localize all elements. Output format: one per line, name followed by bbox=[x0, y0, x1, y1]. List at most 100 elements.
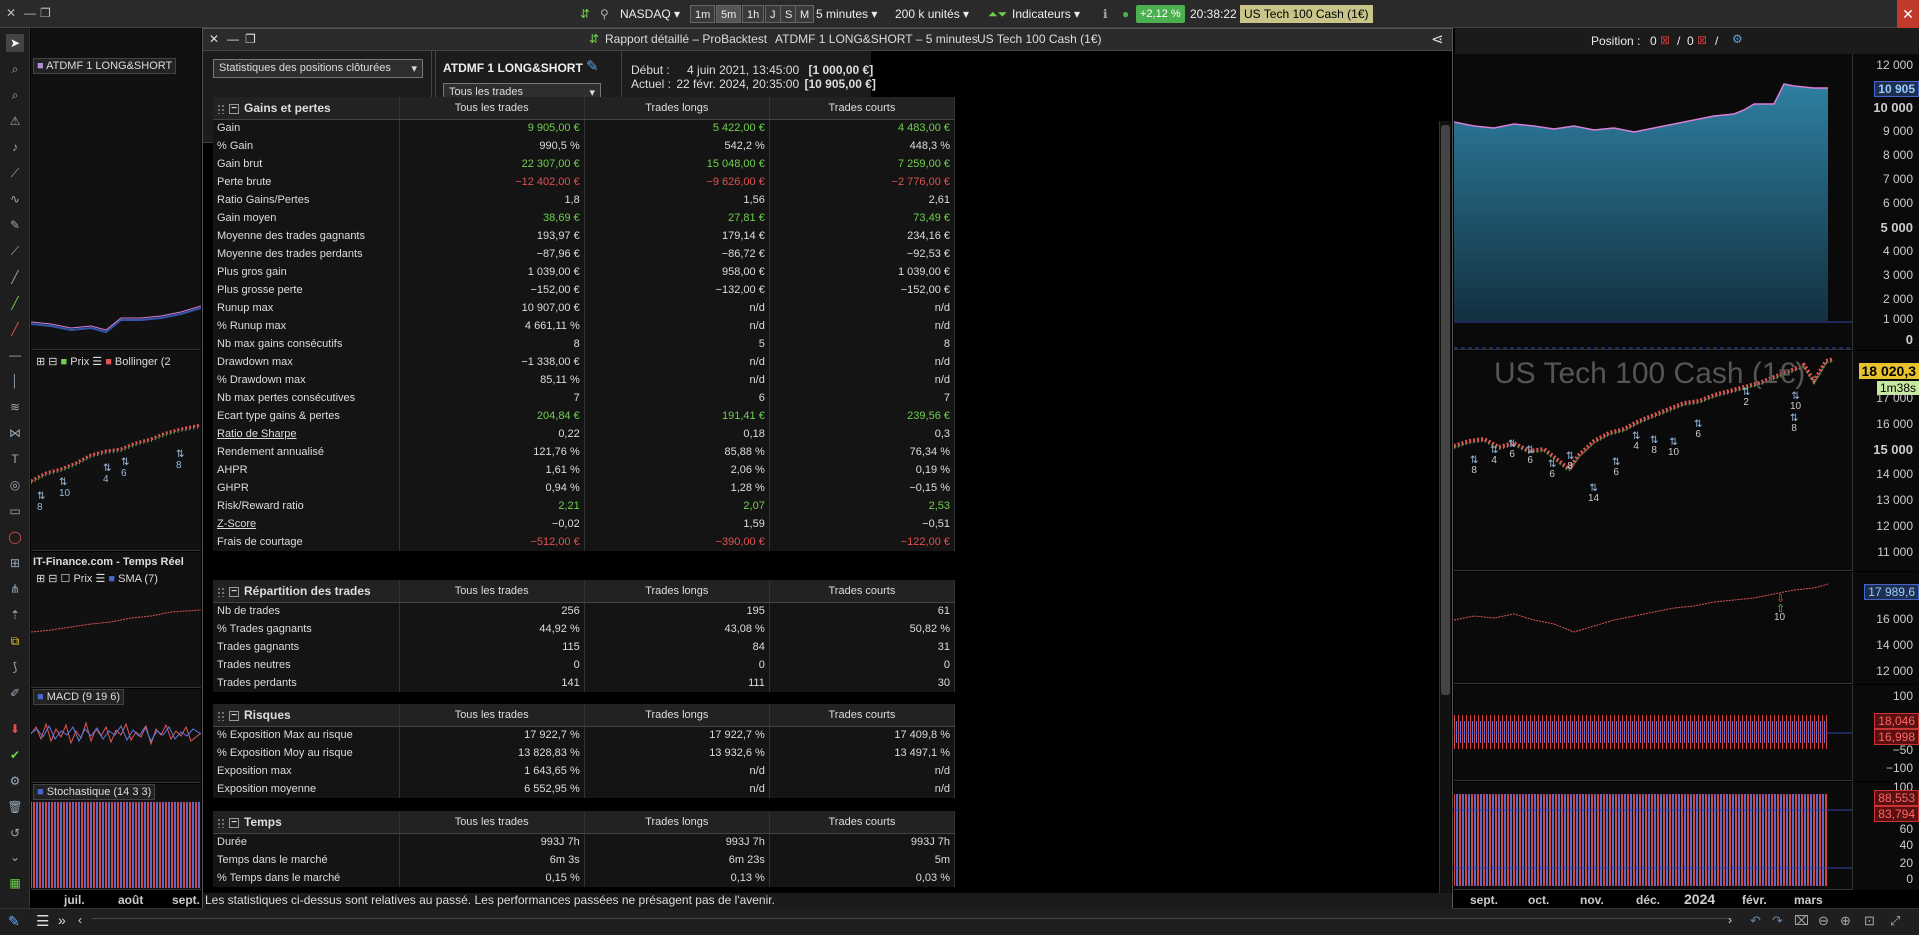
tf-1h-button[interactable]: 1h bbox=[742, 5, 765, 23]
settings-icon[interactable]: ⚙ bbox=[6, 772, 24, 790]
zoom-icon[interactable]: ⌕ bbox=[6, 60, 24, 78]
fib-icon[interactable]: ⋈ bbox=[6, 424, 24, 442]
menu-icon[interactable]: ☰ bbox=[36, 912, 49, 930]
drag-handle-icon[interactable] bbox=[217, 103, 225, 114]
ruler-icon[interactable]: ⟋ bbox=[6, 164, 24, 182]
check-icon[interactable]: ✔ bbox=[6, 746, 24, 764]
history-icon[interactable]: ↺ bbox=[6, 824, 24, 842]
tf-1m-button[interactable]: 1m bbox=[690, 5, 716, 23]
text-icon[interactable]: T bbox=[6, 450, 24, 468]
report-scrollbar[interactable] bbox=[1439, 121, 1451, 893]
section-header[interactable]: − Répartition des trades bbox=[213, 580, 400, 603]
trash-icon[interactable]: 🗑 bbox=[6, 798, 24, 816]
info-icon[interactable]: ℹ bbox=[1103, 5, 1108, 23]
collapse-icon[interactable]: − bbox=[229, 103, 239, 114]
collapse-icon[interactable]: − bbox=[229, 586, 239, 597]
left-price-pane[interactable]: ⊞ ⊟ ■ Prix ☰ ■ Bollinger (2 ⇅ 8 ⇅ 10 ⇅ 4 ⇅ 6… bbox=[31, 351, 201, 551]
close-window-icon[interactable]: ✕ bbox=[1897, 0, 1919, 28]
rectangle-icon[interactable]: ▭ bbox=[6, 502, 24, 520]
redo-icon[interactable]: ↷ bbox=[1772, 913, 1783, 929]
tab-strategy[interactable]: ATDMF 1 LONG&SHORT – 5 minutes bbox=[775, 32, 978, 46]
share-icon[interactable]: ⋖ bbox=[1431, 30, 1444, 48]
cursor-icon[interactable]: ➤ bbox=[6, 34, 24, 52]
tf-5m-button[interactable]: 5m bbox=[716, 5, 742, 23]
left-equity-pane[interactable]: ■ ATDMF 1 LONG&SHORT bbox=[31, 28, 201, 350]
fit-icon[interactable]: ⊡ bbox=[1864, 913, 1875, 929]
left-macd-pane[interactable]: ■ MACD (9 19 6) bbox=[31, 689, 201, 783]
zoom-in-icon[interactable]: ⊕ bbox=[1840, 913, 1851, 929]
timeframe-dropdown[interactable]: 5 minutes ▾ bbox=[816, 5, 877, 23]
stats-type-select[interactable]: Statistiques des positions clôturées ▾ bbox=[213, 59, 423, 78]
section-header[interactable]: − Temps bbox=[213, 811, 400, 834]
sell-arrow-icon[interactable]: ⬇ bbox=[6, 720, 24, 738]
drag-handle-icon[interactable] bbox=[217, 817, 225, 828]
market-selector[interactable]: NASDAQ ▾ bbox=[620, 5, 680, 23]
collapse-icon[interactable]: ⌄ bbox=[6, 848, 24, 866]
link-icon[interactable]: ⚲ bbox=[600, 5, 609, 23]
gann-icon[interactable]: ⊞ bbox=[6, 554, 24, 572]
stochastic-pane[interactable] bbox=[1454, 782, 1852, 890]
left-stochastic-pane[interactable]: ■ Stochastique (14 3 3) bbox=[31, 784, 201, 890]
close-position-b-icon[interactable]: ⊠ bbox=[1697, 33, 1707, 47]
edit-strategy-icon[interactable]: ✎ bbox=[586, 57, 599, 75]
restore-report-icon[interactable]: ❐ bbox=[245, 32, 256, 46]
fast-forward-icon[interactable]: » bbox=[58, 912, 66, 928]
drag-handle-icon[interactable] bbox=[217, 710, 225, 721]
pencil-icon[interactable]: ✎ bbox=[6, 216, 24, 234]
brush-icon[interactable]: ⟆ bbox=[6, 658, 24, 676]
undo-icon[interactable]: ↶ bbox=[1750, 913, 1761, 929]
pitchfork-icon[interactable]: ⋔ bbox=[6, 580, 24, 598]
time-scrollbar[interactable] bbox=[92, 918, 1732, 928]
indicators-icon[interactable]: ⏶⏷ bbox=[988, 5, 1007, 23]
tab-instrument[interactable]: US Tech 100 Cash (1€) bbox=[977, 32, 1102, 46]
drag-handle-icon[interactable] bbox=[217, 586, 225, 597]
units-dropdown[interactable]: 200 k unités ▾ bbox=[895, 5, 969, 23]
tf-month-button[interactable]: M bbox=[795, 5, 815, 23]
segment-icon[interactable]: ⟋ bbox=[6, 242, 24, 260]
section-header[interactable]: − Risques bbox=[213, 704, 400, 727]
channel-icon[interactable]: ≋ bbox=[6, 398, 24, 416]
alert-icon[interactable]: ⚠ bbox=[6, 112, 24, 130]
close-report-icon[interactable]: ✕ bbox=[209, 32, 219, 46]
red-line-icon[interactable]: ╱ bbox=[6, 320, 24, 338]
line-icon[interactable]: ╱ bbox=[6, 268, 24, 286]
indicators-button[interactable]: Indicateurs ▾ bbox=[1012, 5, 1080, 23]
pen-icon[interactable]: ✐ bbox=[6, 684, 24, 702]
camera-icon[interactable]: ⌧ bbox=[1794, 913, 1809, 929]
green-line-icon[interactable]: ╱ bbox=[6, 294, 24, 312]
tab-report[interactable]: Rapport détaillé – ProBacktest bbox=[605, 32, 767, 46]
scrollbar-thumb[interactable] bbox=[1441, 125, 1450, 695]
collapse-icon[interactable]: − bbox=[229, 710, 239, 721]
settings-gear-icon[interactable]: ⚙ bbox=[1732, 32, 1743, 46]
tf-day-button[interactable]: J bbox=[765, 5, 781, 23]
minimize-icon[interactable]: — bbox=[24, 6, 36, 20]
scroll-right-icon[interactable]: › bbox=[1728, 913, 1732, 927]
layers-icon[interactable]: ▦ bbox=[6, 874, 24, 892]
wave-icon[interactable]: ∿ bbox=[6, 190, 24, 208]
instrument-badge[interactable]: US Tech 100 Cash (1€) bbox=[1240, 5, 1373, 23]
scroll-left-icon[interactable]: ‹ bbox=[78, 913, 82, 927]
ellipse-icon[interactable]: ◯ bbox=[6, 528, 24, 546]
restore-icon[interactable]: ❐ bbox=[40, 6, 51, 20]
note-icon[interactable]: ◎ bbox=[6, 476, 24, 494]
macd-pane[interactable] bbox=[1454, 685, 1852, 781]
row-label[interactable]: Z-Score bbox=[213, 515, 400, 533]
zoom-area-icon[interactable]: ⌕ bbox=[6, 86, 24, 104]
zoom-out-icon[interactable]: ⊖ bbox=[1818, 913, 1829, 929]
pencil-tool-icon[interactable]: ✎ bbox=[8, 913, 20, 930]
collapse-icon[interactable]: − bbox=[229, 817, 239, 828]
close-icon[interactable]: ✕ bbox=[6, 6, 16, 20]
row-label[interactable]: Ratio de Sharpe bbox=[213, 425, 400, 443]
minimize-report-icon[interactable]: — bbox=[227, 32, 239, 46]
fullscreen-icon[interactable]: ⤢ bbox=[1890, 913, 1900, 929]
arrow-up-icon[interactable]: ⇡ bbox=[6, 606, 24, 624]
close-position-a-icon[interactable]: ⊠ bbox=[1660, 33, 1670, 47]
secondary-price-pane[interactable]: ⇩ ⇧ 10 bbox=[1454, 572, 1852, 684]
bell-icon[interactable]: ♪ bbox=[6, 138, 24, 156]
hline-icon[interactable]: — bbox=[6, 346, 24, 364]
vline-icon[interactable]: │ bbox=[6, 372, 24, 390]
equity-curve-pane[interactable] bbox=[1454, 54, 1852, 350]
section-header[interactable]: − Gains et pertes bbox=[213, 97, 400, 120]
price-chart-pane[interactable]: US Tech 100 Cash (1€) bbox=[1454, 351, 1852, 571]
magnet-icon[interactable]: ⧉ bbox=[6, 632, 24, 650]
